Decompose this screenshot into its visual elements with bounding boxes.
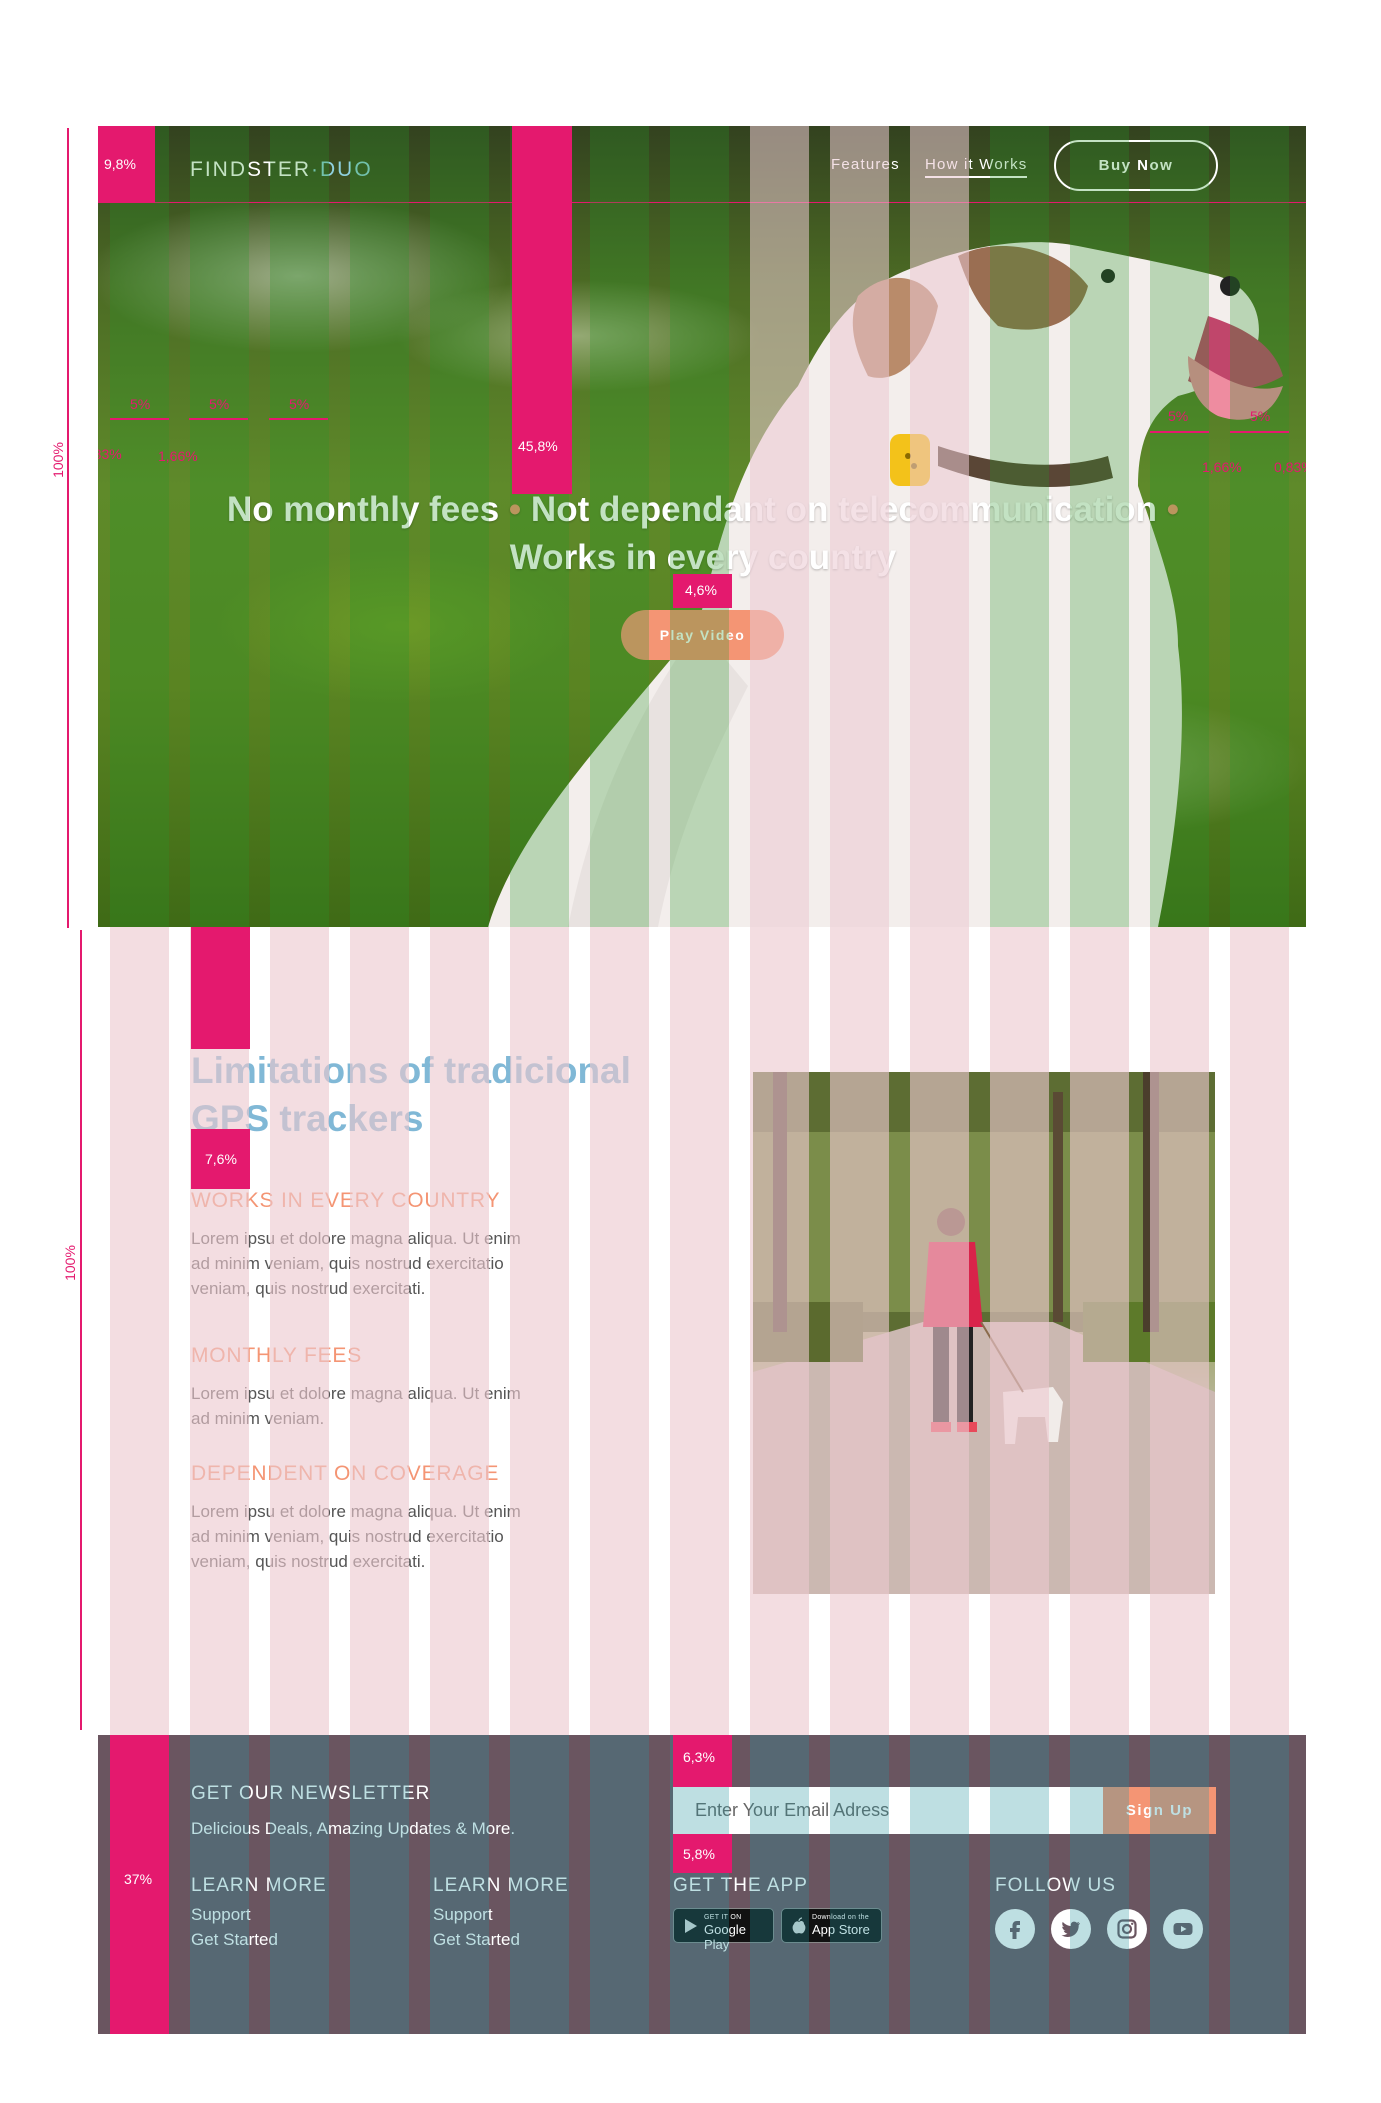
logo[interactable]: FINDSTER·DUO — [190, 158, 373, 182]
page: 100% 100% FINDSTER·DUO Features How it W… — [0, 0, 1381, 2103]
feature-text: Lorem ipsu et dolore magna aliqua. Ut en… — [191, 1384, 521, 1428]
youtube-button[interactable] — [1163, 1909, 1203, 1949]
instagram-icon — [1117, 1919, 1137, 1939]
play-store-icon — [685, 1919, 697, 1933]
feature-title: WORKS IN EVERY COUNTRY — [191, 1189, 501, 1212]
headline-bullet-2: • — [1166, 490, 1180, 529]
footer-link-get-started-2[interactable]: Get Started — [433, 1930, 520, 1950]
logo-dot: · — [311, 158, 320, 181]
hero-height-label: 100% — [49, 442, 66, 478]
google-play-badge[interactable]: GET IT ON Google Play — [673, 1908, 774, 1952]
footer: GET OUR NEWSLETTER Delicious Deals, Amaz… — [98, 1735, 1306, 2034]
learn-more-title-2: LEARN MORE — [433, 1875, 569, 1896]
nav-link-how-it-works[interactable]: How it Works — [925, 156, 1028, 178]
twitter-icon — [1061, 1921, 1080, 1937]
facebook-icon — [1010, 1921, 1020, 1939]
play-video-button[interactable]: Play Video — [621, 610, 784, 660]
get-the-app-title: GET THE APP — [673, 1875, 808, 1896]
youtube-icon — [1173, 1923, 1193, 1935]
apple-icon — [792, 1917, 806, 1934]
page-frame: FINDSTER·DUO Features How it Works Buy N… — [98, 126, 1306, 2034]
twitter-button[interactable] — [1051, 1909, 1091, 1949]
sign-up-button[interactable]: Sign Up — [1103, 1787, 1216, 1834]
limitations-section: Limitations of tradicional GPS trackers … — [98, 927, 1306, 1735]
limitations-title: Limitations of tradicional GPS trackers — [191, 1050, 631, 1139]
logo-main: FINDSTER — [190, 158, 311, 181]
follow-us-title: FOLLOW US — [995, 1875, 1116, 1896]
apple-small-text: Download on the — [812, 1914, 870, 1921]
learn-more-title: LEARN MORE — [191, 1875, 327, 1896]
instagram-button[interactable] — [1107, 1909, 1147, 1949]
hero-height-measure — [67, 128, 69, 928]
headline-part-1: No monthly fees — [226, 490, 500, 529]
buy-now-button[interactable]: Buy Now — [1054, 140, 1218, 191]
nav-underline — [98, 202, 1306, 203]
feature-text: Lorem ipsu et dolore magna aliqua. Ut en… — [191, 1502, 521, 1571]
photo-illustration — [753, 1072, 1215, 1594]
facebook-button[interactable] — [995, 1909, 1035, 1949]
email-field-wrapper — [673, 1787, 1103, 1834]
newsletter-subtitle: Delicious Deals, Amazing Updates & More. — [191, 1819, 516, 1838]
headline-part-3: Works in every country — [509, 538, 897, 577]
email-field[interactable] — [673, 1787, 1103, 1834]
app-store-badge[interactable]: Download on the App Store — [781, 1908, 882, 1943]
hero-section: FINDSTER·DUO Features How it Works Buy N… — [98, 126, 1306, 927]
nav-link-features[interactable]: Features — [831, 156, 900, 173]
apple-large-text: App Store — [812, 1922, 870, 1937]
headline-bullet-1: • — [508, 490, 522, 529]
google-small-text: GET IT ON — [704, 1914, 742, 1921]
feature-title: DEPENDENT ON COVERAGE — [191, 1462, 500, 1485]
feature-title: MONTHLY FEES — [191, 1344, 363, 1367]
feature-text: Lorem ipsu et dolore magna aliqua. Ut en… — [191, 1229, 521, 1298]
footer-link-get-started[interactable]: Get Started — [191, 1930, 278, 1950]
section-height-label: 100% — [61, 1245, 78, 1281]
section-height-measure — [80, 930, 82, 1730]
google-large-text: Google Play — [704, 1922, 746, 1952]
footer-link-support[interactable]: Support — [191, 1905, 251, 1925]
footer-link-support-2[interactable]: Support — [433, 1905, 493, 1925]
logo-accent: DUO — [320, 158, 373, 181]
headline-part-2: Not dependant on telecommunication — [530, 490, 1158, 529]
newsletter-title: GET OUR NEWSLETTER — [191, 1783, 431, 1804]
hero-headline: No monthly fees • Not dependant on telec… — [218, 486, 1188, 582]
woman-walking-dog-photo — [753, 1072, 1215, 1594]
